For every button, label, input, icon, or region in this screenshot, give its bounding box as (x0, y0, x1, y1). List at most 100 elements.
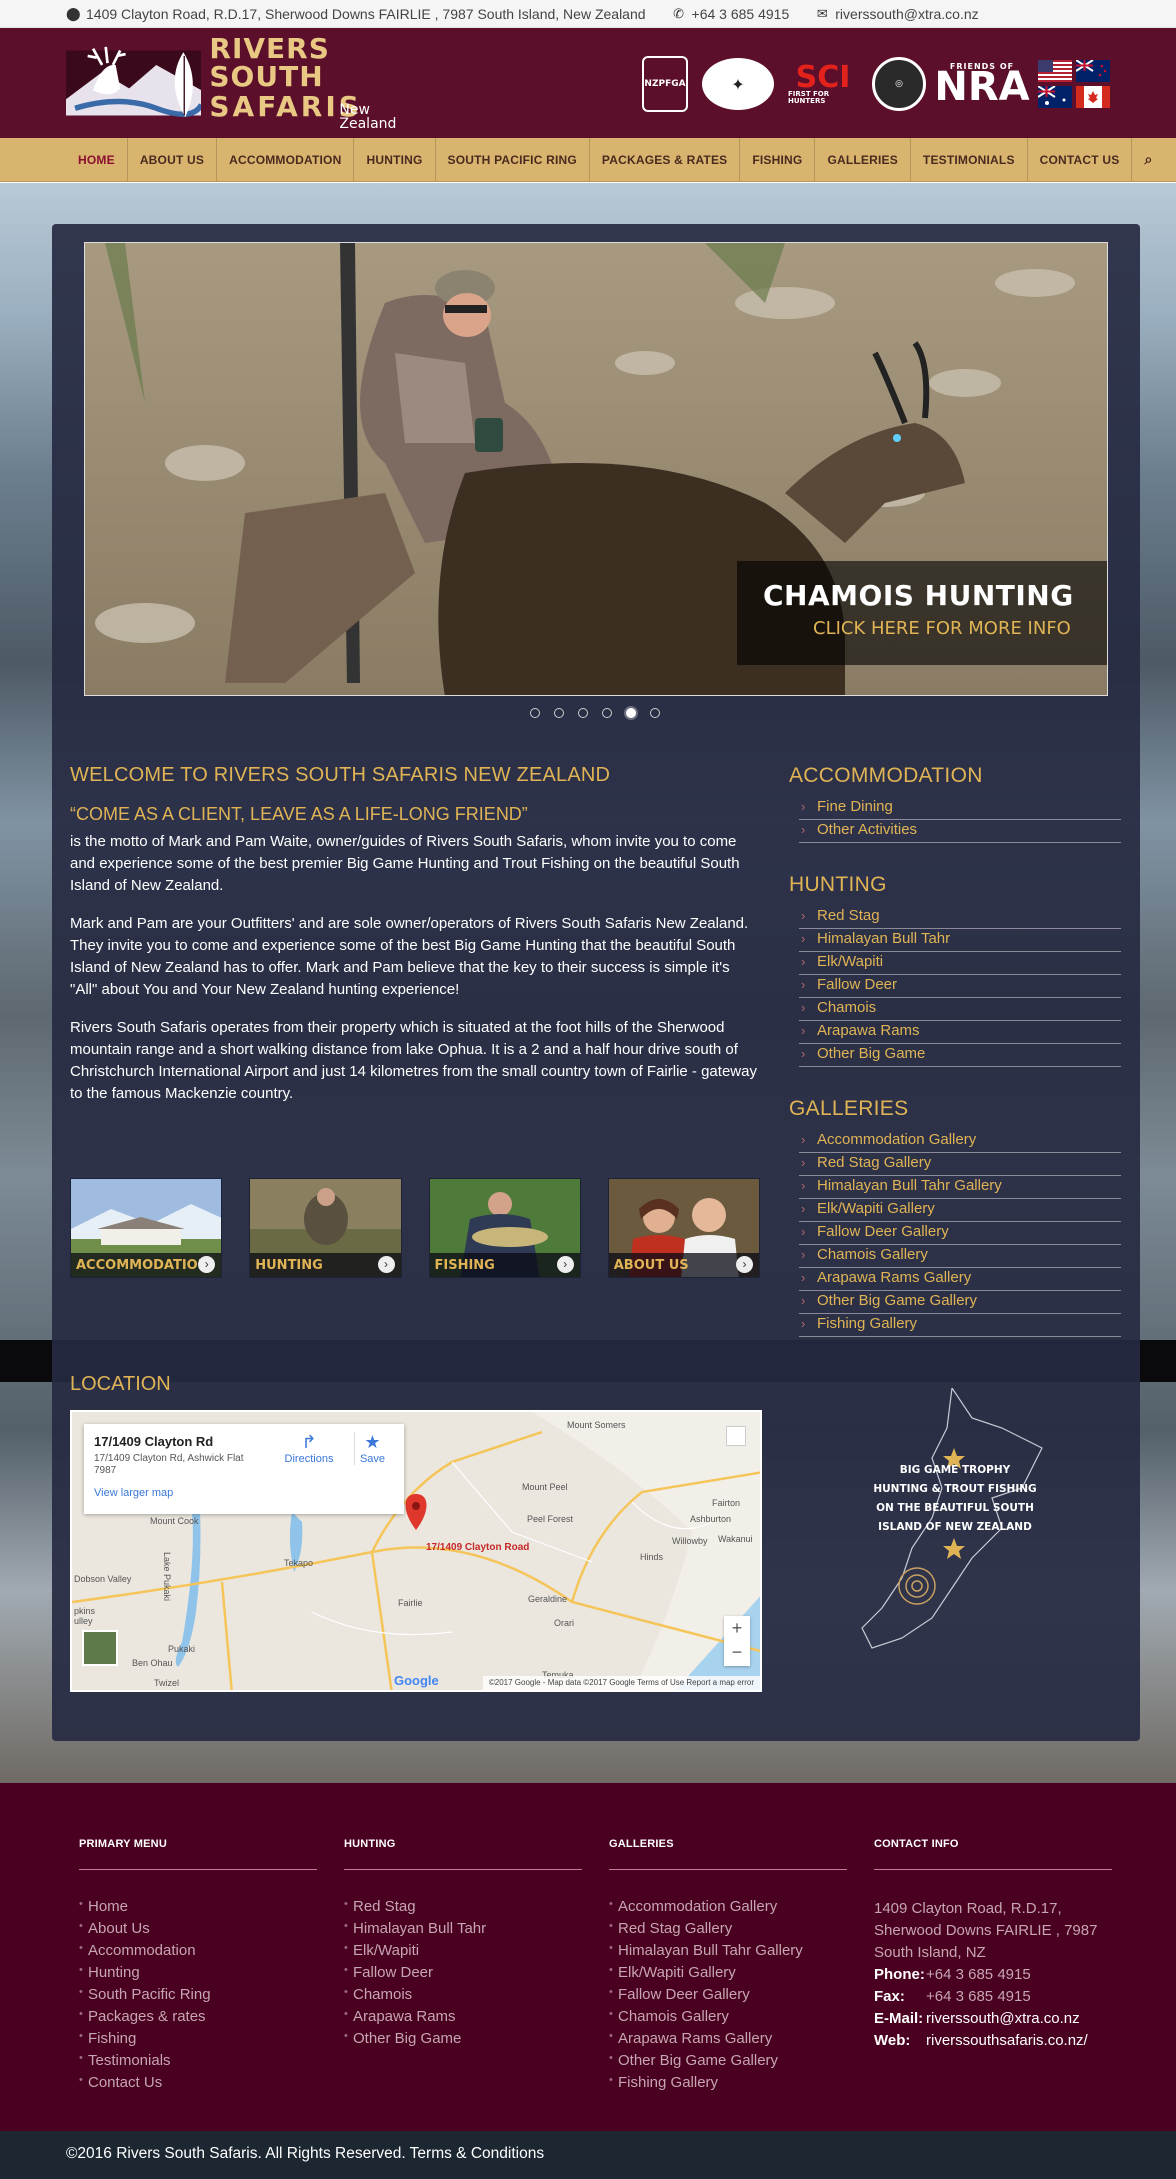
footer-link[interactable]: Other Big Game (344, 2030, 582, 2052)
slider-dot[interactable] (578, 708, 588, 718)
nav-accommodation[interactable]: ACCOMMODATION (217, 138, 355, 181)
search-icon[interactable]: ⌕ (1132, 138, 1164, 181)
footer-link[interactable]: Red Stag Gallery (609, 1920, 847, 1942)
footer-link[interactable]: South Pacific Ring (79, 1986, 317, 2008)
footer-link[interactable]: Home (79, 1898, 317, 1920)
street-view-pegman-icon[interactable] (726, 1426, 746, 1446)
sidebar-link[interactable]: Fine Dining (799, 797, 1121, 820)
nav-home[interactable]: HOME (66, 138, 128, 181)
language-flags (1038, 60, 1110, 108)
sidebar-link[interactable]: Fishing Gallery (799, 1314, 1121, 1337)
sidebar-link[interactable]: Chamois (799, 998, 1121, 1021)
usa-flag-icon[interactable] (1038, 60, 1072, 82)
sidebar-link[interactable]: Other Big Game Gallery (799, 1291, 1121, 1314)
email-item[interactable]: ✉ riverssouth@xtra.co.nz (815, 6, 979, 22)
footer-link[interactable]: Arapawa Rams Gallery (609, 2030, 847, 2052)
nra-badge-icon[interactable]: FRIENDS OF NRA (934, 56, 1029, 112)
phone-item[interactable]: ✆ +64 3 685 4915 (672, 6, 790, 22)
footer-link[interactable]: Chamois (344, 1986, 582, 2008)
hunting-association-badge-icon[interactable]: ✦ (702, 58, 774, 110)
footer-link[interactable]: Fallow Deer (344, 1964, 582, 1986)
footer-link[interactable]: Fishing (79, 2030, 317, 2052)
nzpfga-badge-icon[interactable]: NZPFGA (642, 56, 688, 112)
slider-dot-active[interactable] (626, 708, 636, 718)
sidebar-link[interactable]: Other Activities (799, 820, 1121, 843)
nav-galleries[interactable]: GALLERIES (815, 138, 911, 181)
nav-south-pacific-ring[interactable]: SOUTH PACIFIC RING (436, 138, 590, 181)
sidebar-link[interactable]: Red Stag (799, 906, 1121, 929)
sidebar-hunting-list: Red Stag Himalayan Bull Tahr Elk/Wapiti … (799, 906, 1121, 1067)
phone-text[interactable]: +64 3 685 4915 (692, 6, 790, 22)
footer-link[interactable]: Contact Us (79, 2074, 317, 2096)
tile-about-us[interactable]: ABOUT US › (607, 1178, 760, 1278)
nav-contact-us[interactable]: CONTACT US (1028, 138, 1133, 181)
footer-link[interactable]: Hunting (79, 1964, 317, 1986)
sci-badge-icon[interactable]: SCI FIRST FOR HUNTERS (788, 56, 858, 112)
footer-link[interactable]: Red Stag (344, 1898, 582, 1920)
map-footer[interactable]: ©2017 Google - Map data ©2017 Google Ter… (482, 1676, 760, 1690)
footer-link[interactable]: Arapawa Rams (344, 2008, 582, 2030)
nav-testimonials[interactable]: TESTIMONIALS (911, 138, 1028, 181)
google-map[interactable]: 17/1409 Clayton Road Mount Somers Mount … (70, 1410, 762, 1692)
sidebar-link[interactable]: Accommodation Gallery (799, 1130, 1121, 1153)
tile-hunting[interactable]: HUNTING › (249, 1178, 402, 1278)
email-text[interactable]: riverssouth@xtra.co.nz (835, 6, 978, 22)
nav-fishing[interactable]: FISHING (740, 138, 816, 181)
view-larger-map-link[interactable]: View larger map (94, 1487, 394, 1499)
save-button[interactable]: ★ Save (354, 1432, 390, 1465)
nav-packages-rates[interactable]: PACKAGES & RATES (590, 138, 741, 181)
contact-phone[interactable]: +64 3 685 4915 (926, 1966, 1031, 1983)
nav-about-us[interactable]: ABOUT US (128, 138, 218, 181)
satellite-view-toggle[interactable] (82, 1630, 118, 1666)
footer-link[interactable]: Elk/Wapiti (344, 1942, 582, 1964)
sidebar-link[interactable]: Arapawa Rams (799, 1021, 1121, 1044)
footer-link[interactable]: Fishing Gallery (609, 2074, 847, 2096)
sidebar-link[interactable]: Arapawa Rams Gallery (799, 1268, 1121, 1291)
star-icon: ★ (364, 1432, 381, 1452)
footer-link[interactable]: Himalayan Bull Tahr Gallery (609, 1942, 847, 1964)
footer-link[interactable]: Testimonials (79, 2052, 317, 2074)
footer-link[interactable]: About Us (79, 1920, 317, 1942)
sidebar-link[interactable]: Chamois Gallery (799, 1245, 1121, 1268)
slide-caption[interactable]: CHAMOIS HUNTING CLICK HERE FOR MORE INFO (737, 561, 1107, 665)
sidebar-link[interactable]: Elk/Wapiti (799, 952, 1121, 975)
sidebar-link[interactable]: Fallow Deer (799, 975, 1121, 998)
footer-link[interactable]: Other Big Game Gallery (609, 2052, 847, 2074)
footer-link[interactable]: Accommodation Gallery (609, 1898, 847, 1920)
contact-web[interactable]: riverssouthsafaris.co.nz/ (926, 2032, 1088, 2049)
zoom-in-button[interactable]: + (724, 1616, 750, 1640)
slider-dot[interactable] (554, 708, 564, 718)
site-logo[interactable]: RIVERS SOUTH SAFARIS New Zealand (66, 35, 431, 131)
sidebar-link[interactable]: Red Stag Gallery (799, 1153, 1121, 1176)
sidebar-link[interactable]: Himalayan Bull Tahr (799, 929, 1121, 952)
footer-link[interactable]: Himalayan Bull Tahr (344, 1920, 582, 1942)
sidebar-link[interactable]: Elk/Wapiti Gallery (799, 1199, 1121, 1222)
hero-slider[interactable]: CHAMOIS HUNTING CLICK HERE FOR MORE INFO (84, 242, 1108, 696)
tile-fishing[interactable]: FISHING › (428, 1178, 581, 1278)
tile-accommodation[interactable]: ACCOMMODATION › (70, 1178, 223, 1278)
footer-link[interactable]: Elk/Wapiti Gallery (609, 1964, 847, 1986)
sidebar-link[interactable]: Himalayan Bull Tahr Gallery (799, 1176, 1121, 1199)
australia-flag-icon[interactable] (1038, 86, 1072, 108)
welcome-paragraph: Rivers South Safaris operates from their… (70, 1019, 757, 1102)
welcome-paragraph: Mark and Pam are your Outfitters' and ar… (70, 915, 749, 998)
directions-button[interactable]: ↱ Directions (284, 1432, 334, 1465)
slide-caption-link[interactable]: CLICK HERE FOR MORE INFO (813, 618, 1107, 639)
contact-email[interactable]: riverssouth@xtra.co.nz (926, 2008, 1080, 2030)
nav-hunting[interactable]: HUNTING (354, 138, 436, 181)
sidebar-link[interactable]: Other Big Game (799, 1044, 1121, 1067)
slide-caption-title[interactable]: CHAMOIS HUNTING (763, 579, 1107, 612)
new-zealand-flag-icon[interactable] (1076, 60, 1110, 82)
canada-flag-icon[interactable] (1076, 86, 1110, 108)
zoom-out-button[interactable]: − (724, 1640, 750, 1664)
slider-dot[interactable] (602, 708, 612, 718)
slider-dot[interactable] (530, 708, 540, 718)
south-pacific-ring-badge-icon[interactable]: ◎ (872, 57, 926, 111)
footer-link[interactable]: Accommodation (79, 1942, 317, 1964)
footer-link[interactable]: Chamois Gallery (609, 2008, 847, 2030)
footer-link[interactable]: Packages & rates (79, 2008, 317, 2030)
map-pin-label[interactable]: 17/1409 Clayton Road (426, 1542, 529, 1553)
footer-link[interactable]: Fallow Deer Gallery (609, 1986, 847, 2008)
sidebar-link[interactable]: Fallow Deer Gallery (799, 1222, 1121, 1245)
slider-dot[interactable] (650, 708, 660, 718)
